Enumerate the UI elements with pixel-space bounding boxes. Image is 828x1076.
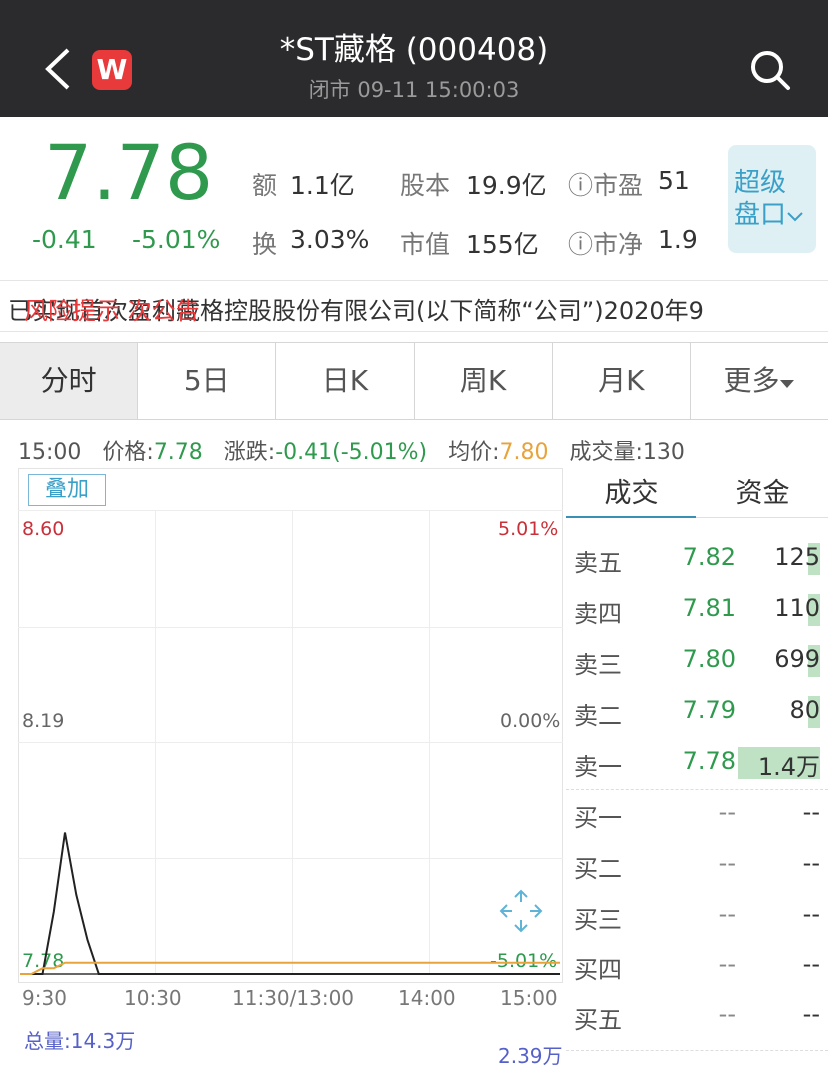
level-label: 卖二 (574, 702, 622, 730)
bid-row[interactable]: 买三 -- -- (566, 890, 828, 940)
level-label: 卖一 (574, 753, 622, 781)
level-price: -- (718, 798, 736, 826)
level-volume: -- (802, 900, 820, 928)
expand-arrows-icon[interactable] (498, 888, 544, 934)
level-label: 买五 (574, 1006, 622, 1034)
level-price: 7.80 (682, 645, 736, 673)
total-volume: 总量:14.3万 (24, 1029, 136, 1053)
ask-row[interactable]: 卖三 7.80 699 (566, 635, 828, 685)
ask-row[interactable]: 卖四 7.81 110 (566, 584, 828, 634)
x-tick: 15:00 (500, 986, 558, 1010)
level-label: 卖四 (574, 600, 622, 628)
x-tick: 14:00 (398, 986, 456, 1010)
x-tick: 9:30 (22, 986, 67, 1010)
tab-divider (696, 517, 828, 518)
x-tick: 11:30/13:00 (232, 986, 355, 1010)
tab-capital[interactable]: 资金 (697, 470, 828, 518)
bid-row[interactable]: 买五 -- -- (566, 990, 828, 1040)
ask-row[interactable]: 卖一 7.78 1.4万 (566, 737, 828, 787)
level-price: -- (718, 950, 736, 978)
level-label: 买一 (574, 804, 622, 832)
active-tab-indicator (566, 516, 696, 518)
level-price: -- (718, 1000, 736, 1028)
max-volume-label: 2.39万 (498, 1044, 563, 1068)
level-volume: -- (802, 798, 820, 826)
ask-row[interactable]: 卖二 7.79 80 (566, 686, 828, 736)
ask-row[interactable]: 卖五 7.82 125 (566, 533, 828, 583)
orderbook-tabs: 成交 资金 (566, 470, 828, 518)
level-volume: -- (802, 849, 820, 877)
level-label: 买三 (574, 906, 622, 934)
x-tick: 10:30 (124, 986, 182, 1010)
level-label: 卖五 (574, 549, 622, 577)
level-price: 7.79 (682, 696, 736, 724)
level-label: 买四 (574, 956, 622, 984)
book-divider (566, 1050, 828, 1051)
level-volume: 80 (789, 696, 820, 724)
level-price: 7.81 (682, 594, 736, 622)
level-volume: 1.4万 (757, 753, 820, 781)
bid-row[interactable]: 买二 -- -- (566, 839, 828, 889)
level-price: 7.78 (682, 747, 736, 775)
bid-row[interactable]: 买四 -- -- (566, 940, 828, 990)
level-volume: -- (802, 950, 820, 978)
level-volume: 125 (774, 543, 820, 571)
price-line (20, 832, 560, 975)
tab-trades[interactable]: 成交 (566, 470, 697, 518)
bid-row[interactable]: 买一 -- -- (566, 788, 828, 838)
level-volume: -- (802, 1000, 820, 1028)
level-volume: 699 (774, 645, 820, 673)
level-price: 7.82 (682, 543, 736, 571)
level-volume: 110 (774, 594, 820, 622)
level-label: 卖三 (574, 651, 622, 679)
level-price: -- (718, 849, 736, 877)
level-label: 买二 (574, 855, 622, 883)
level-price: -- (718, 900, 736, 928)
average-line (20, 961, 560, 975)
